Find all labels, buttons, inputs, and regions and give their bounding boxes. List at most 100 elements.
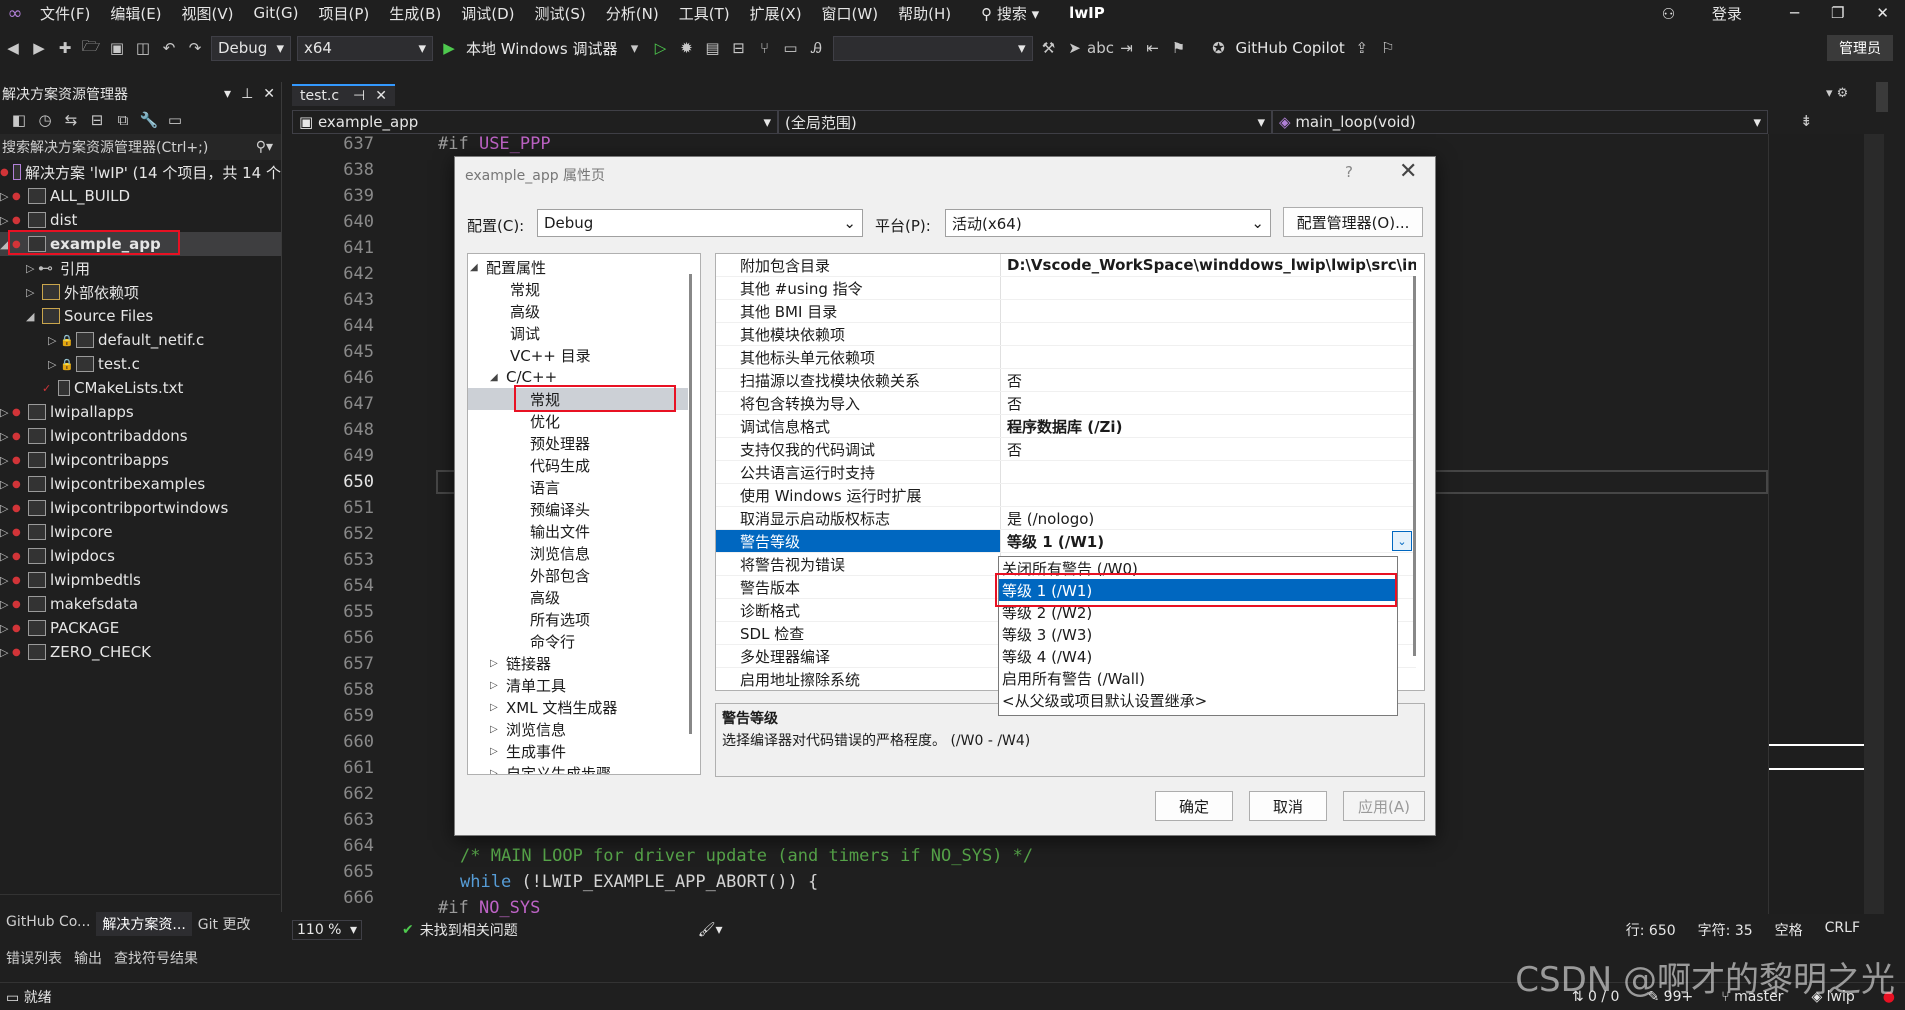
tree-debugging[interactable]: 调试 [510, 322, 540, 344]
dropdown-option[interactable]: 关闭所有警告 (/W0) [999, 557, 1397, 579]
save-all-icon[interactable]: ◫ [130, 35, 156, 61]
nav-function-select[interactable]: ◈ main_loop(void) ▾ [1272, 110, 1768, 134]
save-icon[interactable]: ▣ [104, 35, 130, 61]
sync-icon[interactable]: ⇆ [58, 107, 84, 133]
pin-icon[interactable]: ⊥ [241, 86, 253, 102]
project-makefsdata[interactable]: ▷ ● makefsdata [0, 592, 281, 616]
vertical-scrollbar[interactable] [1864, 134, 1884, 914]
visual-studio-logo-icon[interactable]: ∞ [0, 0, 30, 26]
whitespace-indicator[interactable]: 空格 [1775, 920, 1803, 940]
menu-analyze[interactable]: 分析(N) [596, 3, 669, 24]
pin-icon[interactable]: ⊣ [353, 88, 365, 104]
project-example-app[interactable]: ◢ ● example_app [0, 232, 281, 256]
tree-browse-info-2[interactable]: ▷ 浏览信息 [490, 718, 566, 740]
menu-build[interactable]: 生成(B) [379, 3, 451, 24]
prop-row[interactable]: 其他 BMI 目录 [716, 300, 1416, 323]
tree-advanced[interactable]: 高级 [510, 300, 540, 322]
code-line-664[interactable]: /* MAIN LOOP for driver update (and time… [460, 846, 1033, 866]
tab-overflow-icon[interactable]: ▾ ⚙ [1826, 86, 1848, 101]
split-icon[interactable]: ⇟ [1800, 112, 1813, 130]
prop-row-warning-level[interactable]: 警告等级 等级 1 (/W1) ⌄ [716, 530, 1416, 553]
dropdown-option[interactable]: 启用所有警告 (/Wall) [999, 667, 1397, 689]
copilot-button[interactable]: GitHub Copilot [1232, 39, 1349, 57]
tab-test-c[interactable]: test.c ⊣ ✕ [292, 84, 395, 106]
dropdown-option[interactable]: 等级 2 (/W2) [999, 601, 1397, 623]
tree-linker[interactable]: ▷ 链接器 [490, 652, 551, 674]
indent-icon[interactable]: ⇥ [1114, 35, 1140, 61]
help-button[interactable]: ? [1345, 163, 1353, 181]
line-indicator[interactable]: 行: 650 [1626, 920, 1676, 940]
tab-error-list[interactable]: 错误列表 [0, 944, 68, 970]
code-line-665[interactable]: while (!LWIP_EXAMPLE_APP_ABORT()) { [460, 872, 818, 892]
layout-icon[interactable]: ⊟ [726, 35, 752, 61]
project-lwipdocs[interactable]: ▷ ● lwipdocs [0, 544, 281, 568]
nav-project-select[interactable]: ▣ example_app ▾ [292, 110, 778, 134]
prop-row[interactable]: 其他模块依赖项 [716, 323, 1416, 346]
nav-scope-select[interactable]: (全局范围) ▾ [778, 110, 1272, 134]
cancel-button[interactable]: 取消 [1249, 791, 1327, 821]
collapse-all-icon[interactable]: ⊟ [84, 107, 110, 133]
close-window-button[interactable]: ✕ [1860, 4, 1905, 22]
run-debugger-button[interactable]: 本地 Windows 调试器 [462, 38, 622, 59]
prop-value[interactable]: D:\Vscode_WorkSpace\winddows_lwip\lwip\s… [1000, 254, 1416, 276]
dropdown-option-selected[interactable]: 等级 1 (/W1) [999, 579, 1397, 601]
project-lwipcore[interactable]: ▷ ● lwipcore [0, 520, 281, 544]
references-node[interactable]: ▷ ⊷ 引用 [0, 256, 281, 280]
tree-all-options[interactable]: 所有选项 [530, 608, 590, 630]
tree-cpp-advanced[interactable]: 高级 [530, 586, 560, 608]
new-project-icon[interactable]: ✚ [52, 35, 78, 61]
tree-precompiled-headers[interactable]: 预编译头 [530, 498, 590, 520]
menu-tools[interactable]: 工具(T) [669, 3, 740, 24]
menu-edit[interactable]: 编辑(E) [100, 3, 171, 24]
vs-icon[interactable]: ◧ [6, 107, 32, 133]
code-line-637[interactable]: #if USE_PPP [438, 134, 551, 154]
tree-preprocessor[interactable]: 预处理器 [530, 432, 590, 454]
dropdown-option[interactable]: <从父级或项目默认设置继承> [999, 689, 1397, 711]
chevron-down-icon[interactable]: ▾ [622, 35, 648, 61]
show-all-files-icon[interactable]: ⧉ [110, 107, 136, 133]
tree-general[interactable]: 常规 [510, 278, 540, 300]
prop-value[interactable]: 否 [1000, 438, 1416, 460]
dropdown-option[interactable]: 等级 4 (/W4) [999, 645, 1397, 667]
menu-extensions[interactable]: 扩展(X) [740, 3, 812, 24]
tree-external-includes[interactable]: 外部包含 [530, 564, 590, 586]
prop-row[interactable]: 取消显示启动版权标志 是 (/nologo) [716, 507, 1416, 530]
prop-value[interactable] [1000, 277, 1416, 299]
config-select[interactable]: Debug ▾ [211, 35, 291, 61]
tree-command-line[interactable]: 命令行 [530, 630, 575, 652]
close-icon[interactable]: ✕ [375, 88, 387, 104]
file-test-c[interactable]: ▷ 🔒 test.c [0, 352, 281, 376]
spell-check-icon[interactable]: abc [1087, 35, 1114, 61]
redo-icon[interactable]: ↷ [182, 35, 208, 61]
prop-value[interactable] [1000, 346, 1416, 368]
file-cmakelists[interactable]: ✓ CMakeLists.txt [0, 376, 281, 400]
undo-icon[interactable]: ↶ [156, 35, 182, 61]
project-lwipcontribportwindows[interactable]: ▷ ● lwipcontribportwindows [0, 496, 281, 520]
config-manager-button[interactable]: 配置管理器(O)... [1283, 207, 1423, 237]
menu-window[interactable]: 窗口(W) [812, 3, 889, 24]
platform-select[interactable]: x64 ▾ [297, 35, 433, 61]
history-icon[interactable]: ◷ [32, 107, 58, 133]
tree-xml-doc[interactable]: ▷ XML 文档生成器 [490, 696, 617, 718]
tree-output-files[interactable]: 输出文件 [530, 520, 590, 542]
tree-scrollbar[interactable] [689, 274, 692, 734]
comment-icon[interactable]: ▭ [778, 35, 804, 61]
close-icon[interactable]: ✕ [263, 86, 275, 102]
prop-value[interactable] [1000, 484, 1416, 506]
project-zero-check[interactable]: ▷ ● ZERO_CHECK [0, 640, 281, 664]
project-dist[interactable]: ▷ ● dist [0, 208, 281, 232]
tree-manifest-tool[interactable]: ▷ 清单工具 [490, 674, 566, 696]
side-panel-strip[interactable] [1876, 82, 1888, 112]
tab-find-symbol[interactable]: 查找符号结果 [108, 944, 204, 970]
code-minimap[interactable] [1768, 134, 1865, 914]
search-box[interactable]: ⚲ 搜索 ▾ [971, 3, 1049, 24]
tree-cpp[interactable]: ◢ C/C++ [490, 366, 557, 388]
horizontal-scrollbar[interactable] [0, 894, 280, 906]
project-lwipcontribexamples[interactable]: ▷ ● lwipcontribexamples [0, 472, 281, 496]
zoom-select[interactable]: 110 % ▾ [292, 920, 362, 940]
feedback-icon[interactable]: ⚐ [1375, 35, 1401, 61]
prop-row[interactable]: 将包含转换为导入 否 [716, 392, 1416, 415]
dialog-close-icon[interactable]: ✕ [1399, 159, 1417, 184]
project-lwipcontribaddons[interactable]: ▷ ● lwipcontribaddons [0, 424, 281, 448]
property-scrollbar[interactable] [1413, 276, 1416, 656]
